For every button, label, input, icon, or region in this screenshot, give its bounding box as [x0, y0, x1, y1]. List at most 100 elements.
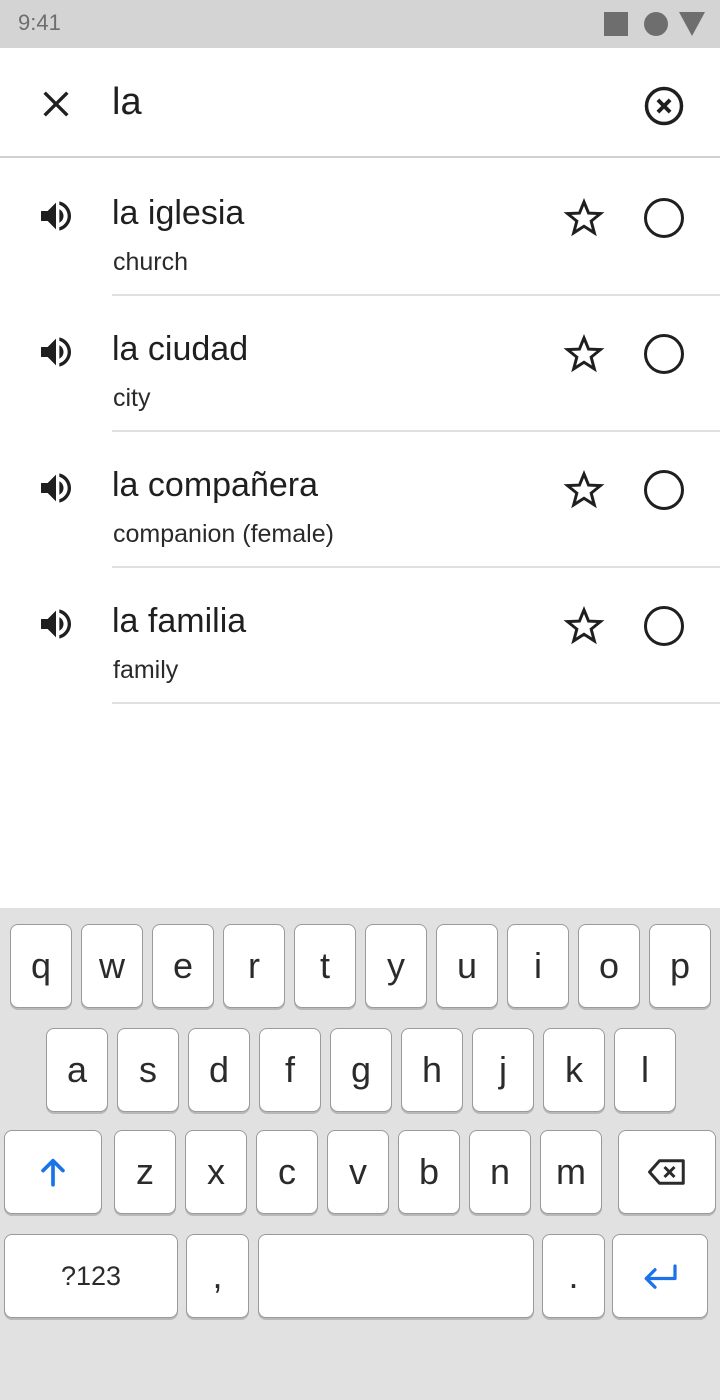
key-g[interactable]: g	[330, 1028, 392, 1112]
key-x[interactable]: x	[185, 1130, 247, 1214]
key-f[interactable]: f	[259, 1028, 321, 1112]
key-u-label: u	[456, 945, 478, 986]
term-text: la iglesia	[112, 194, 245, 232]
backspace-key[interactable]	[618, 1130, 716, 1214]
key-i[interactable]: i	[507, 924, 569, 1008]
key-e-label: e	[172, 945, 194, 986]
speaker-button[interactable]	[34, 194, 78, 238]
translation-text: family	[113, 656, 179, 684]
favorite-button[interactable]	[560, 330, 608, 378]
enter-key[interactable]	[612, 1234, 708, 1318]
period-key-label: .	[568, 1255, 579, 1296]
clear-search-button[interactable]	[640, 82, 688, 130]
key-g-label: g	[350, 1049, 372, 1090]
key-y[interactable]: y	[365, 924, 427, 1008]
key-j-label: j	[499, 1049, 507, 1090]
key-l[interactable]: l	[614, 1028, 676, 1112]
speaker-button[interactable]	[34, 466, 78, 510]
key-y-label: y	[387, 945, 405, 986]
key-i-label: i	[534, 945, 542, 986]
select-button[interactable]	[640, 466, 688, 514]
result-row[interactable]: la compañera companion (female)	[0, 432, 720, 568]
key-r[interactable]: r	[223, 924, 285, 1008]
select-button[interactable]	[640, 194, 688, 242]
term-text: la familia	[112, 602, 247, 640]
comma-key[interactable]: ,	[186, 1234, 249, 1318]
key-x-label: x	[207, 1151, 225, 1192]
translation-text: companion (female)	[113, 520, 334, 548]
space-key[interactable]	[258, 1234, 534, 1318]
divider	[112, 702, 720, 704]
key-p[interactable]: p	[649, 924, 711, 1008]
key-t[interactable]: t	[294, 924, 356, 1008]
shift-key[interactable]	[4, 1130, 102, 1214]
close-button[interactable]	[32, 80, 80, 128]
favorite-button[interactable]	[560, 602, 608, 650]
key-c-label: c	[278, 1151, 296, 1192]
symbols-key[interactable]: ?123	[4, 1234, 178, 1318]
key-h[interactable]: h	[401, 1028, 463, 1112]
key-l-label: l	[641, 1049, 649, 1090]
key-f-label: f	[284, 1049, 295, 1090]
star-outline-icon	[563, 469, 605, 511]
result-row[interactable]: la familia family	[0, 568, 720, 704]
status-bar: 9:41	[0, 0, 720, 48]
radio-circle-icon	[644, 334, 684, 374]
key-w[interactable]: w	[81, 924, 143, 1008]
key-q[interactable]: q	[10, 924, 72, 1008]
key-o[interactable]: o	[578, 924, 640, 1008]
key-b[interactable]: b	[398, 1130, 460, 1214]
key-u[interactable]: u	[436, 924, 498, 1008]
square-icon	[604, 12, 628, 36]
speaker-icon	[36, 468, 76, 508]
key-n[interactable]: n	[469, 1130, 531, 1214]
key-m[interactable]: m	[540, 1130, 602, 1214]
result-row[interactable]: la ciudad city	[0, 296, 720, 432]
favorite-button[interactable]	[560, 466, 608, 514]
favorite-button[interactable]	[560, 194, 608, 242]
enter-icon	[640, 1261, 680, 1291]
comma-key-label: ,	[212, 1255, 223, 1296]
results-list: la iglesia church la ciudad city la compañer…	[0, 160, 720, 704]
select-button[interactable]	[640, 330, 688, 378]
key-v[interactable]: v	[327, 1130, 389, 1214]
result-row[interactable]: la iglesia church	[0, 160, 720, 296]
key-e[interactable]: e	[152, 924, 214, 1008]
key-v-label: v	[349, 1151, 367, 1192]
radio-circle-icon	[644, 606, 684, 646]
key-a[interactable]: a	[46, 1028, 108, 1112]
keyboard: q w e r t y u i o p a s d f g h j k l z x c v b n m ?123,.	[0, 908, 720, 1400]
key-s-label: s	[139, 1049, 157, 1090]
key-a-label: a	[66, 1049, 88, 1090]
star-outline-icon	[563, 333, 605, 375]
key-j[interactable]: j	[472, 1028, 534, 1112]
select-button[interactable]	[640, 602, 688, 650]
key-z-label: z	[136, 1151, 154, 1192]
speaker-button[interactable]	[34, 330, 78, 374]
speaker-icon	[36, 196, 76, 236]
period-key[interactable]: .	[542, 1234, 605, 1318]
key-w-label: w	[99, 945, 125, 986]
triangle-icon	[679, 12, 705, 36]
speaker-button[interactable]	[34, 602, 78, 646]
key-n-label: n	[489, 1151, 511, 1192]
key-c[interactable]: c	[256, 1130, 318, 1214]
key-t-label: t	[319, 945, 330, 986]
key-s[interactable]: s	[117, 1028, 179, 1112]
backspace-icon	[647, 1157, 687, 1187]
search-input[interactable]	[112, 74, 612, 130]
clear-circle-icon	[644, 86, 684, 126]
key-z[interactable]: z	[114, 1130, 176, 1214]
key-m-label: m	[556, 1151, 586, 1192]
speaker-icon	[36, 604, 76, 644]
term-text: la ciudad	[112, 330, 249, 368]
key-k[interactable]: k	[543, 1028, 605, 1112]
search-bar	[0, 48, 720, 158]
translation-text: church	[113, 248, 189, 276]
key-h-label: h	[421, 1049, 443, 1090]
key-r-label: r	[248, 945, 260, 986]
status-time: 9:41	[18, 10, 61, 35]
radio-circle-icon	[644, 198, 684, 238]
circle-icon	[644, 12, 668, 36]
key-d[interactable]: d	[188, 1028, 250, 1112]
